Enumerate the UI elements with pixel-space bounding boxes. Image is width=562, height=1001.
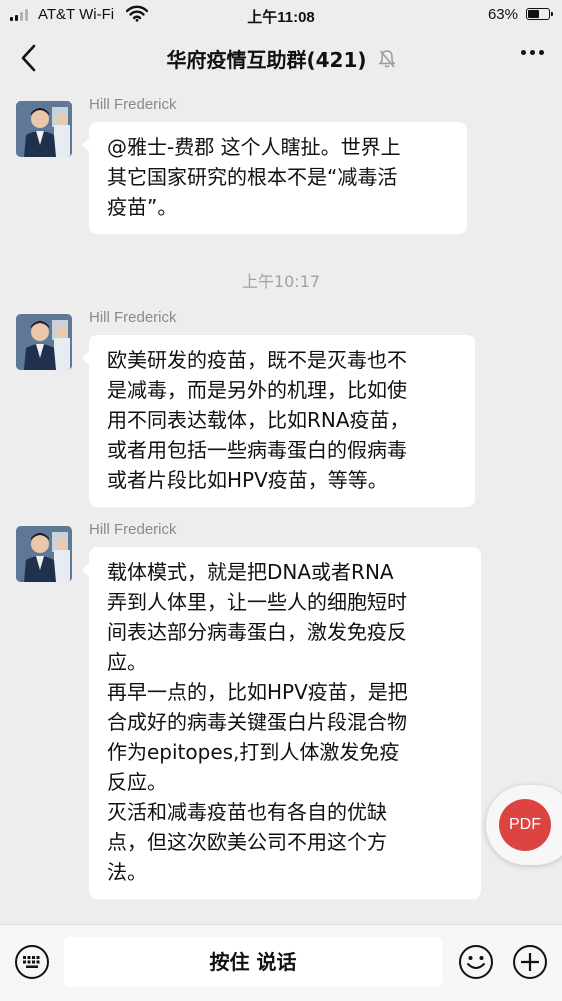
pdf-float-button[interactable]: PDF bbox=[486, 785, 562, 865]
keyboard-toggle-button[interactable] bbox=[14, 944, 50, 980]
emoji-button[interactable] bbox=[458, 944, 494, 980]
battery-percent: 63% bbox=[487, 6, 518, 23]
message-line: 法。 bbox=[107, 860, 147, 884]
input-bar: 按住 说话 bbox=[0, 924, 562, 1001]
bell-muted-icon bbox=[377, 49, 396, 74]
message-line: 载体模式，就是把DNA或者RNA bbox=[107, 560, 394, 584]
avatar[interactable] bbox=[16, 526, 72, 582]
emoji-smile-icon bbox=[459, 945, 493, 979]
sender-name: Hill Frederick bbox=[89, 309, 177, 326]
message-line: 点，但这次欧美公司不用这个方 bbox=[107, 830, 387, 854]
ellipsis-icon bbox=[521, 50, 526, 55]
message-bubble[interactable]: @雅士-费郡 这个人瞎扯。世界上 其它国家研究的根本不是“减毒活 疫苗”。 bbox=[82, 122, 467, 234]
battery-icon bbox=[526, 8, 553, 20]
chat-title-wrap: 华府疫情互助群(421) bbox=[0, 44, 562, 74]
message-line: 应。 bbox=[107, 650, 147, 674]
timestamp-separator: 上午10:17 bbox=[241, 272, 321, 291]
pdf-icon: PDF bbox=[499, 799, 551, 851]
message-line: 欧美研发的疫苗，既不是灭毒也不 bbox=[107, 348, 407, 372]
plus-circle-icon bbox=[513, 945, 547, 979]
nav-bar: 华府疫情互助群(421) bbox=[0, 30, 562, 86]
message-line: 疫苗”。 bbox=[107, 195, 178, 219]
message-bubble[interactable]: 载体模式，就是把DNA或者RNA 弄到人体里，让一些人的细胞短时 间表达部分病毒… bbox=[82, 547, 481, 899]
status-time: 上午11:08 bbox=[247, 9, 315, 26]
more-options-button[interactable] bbox=[521, 50, 544, 55]
message-line: 合成好的病毒关键蛋白片段混合物 bbox=[107, 710, 407, 734]
message-line: 或者片段比如HPV疫苗，等等。 bbox=[107, 468, 388, 492]
sender-name: Hill Frederick bbox=[89, 96, 177, 113]
status-bar: AT&T Wi-Fi 上午11:08 63% bbox=[0, 0, 562, 30]
message-line: 弄到人体里，让一些人的细胞短时 bbox=[107, 590, 407, 614]
message-line: 反应。 bbox=[107, 770, 167, 794]
message-line: @雅士-费郡 这个人瞎扯。世界上 bbox=[107, 135, 401, 159]
message-line: 再早一点的，比如HPV疫苗，是把 bbox=[107, 680, 408, 704]
message-line: 作为epitopes,打到人体激发免疫 bbox=[107, 740, 400, 764]
message-line: 用不同表达载体，比如RNA疫苗， bbox=[107, 408, 410, 432]
message-line: 其它国家研究的根本不是“减毒活 bbox=[107, 165, 398, 189]
message-line: 或者用包括一些病毒蛋白的假病毒 bbox=[107, 438, 407, 462]
message-line: 是减毒，而是另外的机理，比如使 bbox=[107, 378, 407, 402]
battery-level bbox=[528, 10, 540, 18]
chat-title: 华府疫情互助群(421) bbox=[166, 48, 367, 72]
message-line: 灭活和减毒疫苗也有各自的优缺 bbox=[107, 800, 387, 824]
avatar[interactable] bbox=[16, 314, 72, 370]
sender-name: Hill Frederick bbox=[89, 521, 177, 538]
keyboard-icon bbox=[15, 945, 49, 979]
message-line: 间表达部分病毒蛋白，激发免疫反 bbox=[107, 620, 407, 644]
avatar[interactable] bbox=[16, 101, 72, 157]
hold-to-talk-button[interactable]: 按住 说话 bbox=[64, 937, 442, 987]
add-more-button[interactable] bbox=[512, 944, 548, 980]
message-bubble[interactable]: 欧美研发的疫苗，既不是灭毒也不 是减毒，而是另外的机理，比如使 用不同表达载体，… bbox=[82, 335, 475, 507]
